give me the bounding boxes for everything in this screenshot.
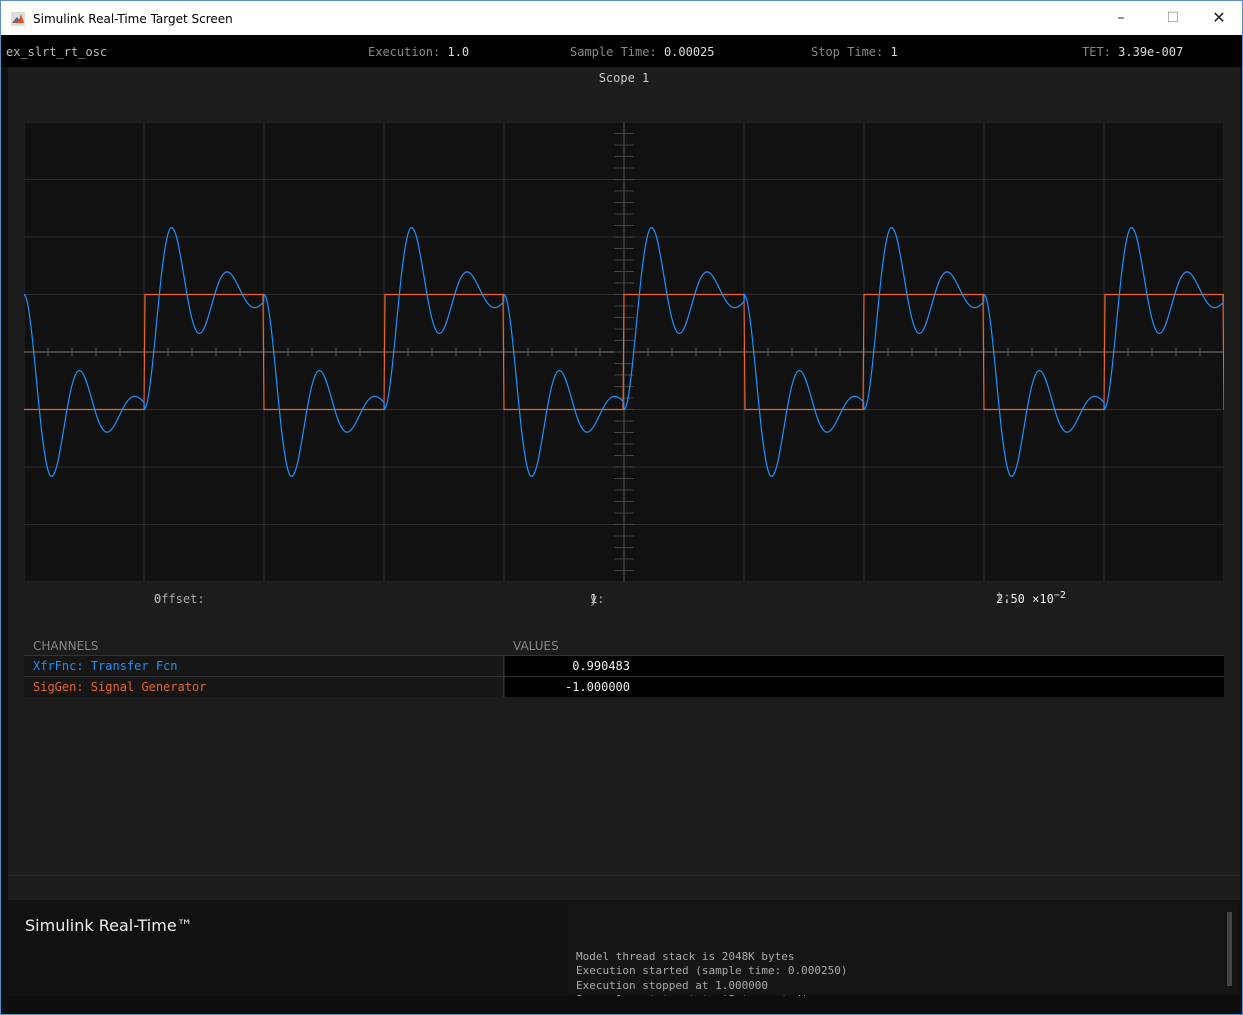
offset-label: Offset: — [154, 592, 205, 606]
close-button[interactable]: ✕ — [1196, 1, 1242, 35]
t-label: t: — [996, 590, 1011, 604]
channels-column-header: CHANNELS — [33, 639, 99, 653]
target-screen-window: Simulink Real-Time Target Screen – ☐ ✕ e… — [0, 0, 1243, 1015]
sample-time: Sample Time: 0.00025 — [570, 45, 715, 59]
scope-plot-svg — [10, 121, 1225, 583]
offset-readout: Offset: 0 — [154, 592, 205, 606]
channels-header: CHANNELS VALUES — [24, 637, 1224, 655]
channel-row-xfrfnc[interactable]: XfrFnc: Transfer Fcn 0.990483 — [24, 655, 1224, 676]
scope-title: Scope 1 — [598, 71, 650, 85]
window-title: Simulink Real-Time Target Screen — [33, 12, 233, 26]
brand-logo: Simulink Real-Time™ — [25, 916, 193, 935]
stop-time-value: 1 — [890, 45, 898, 59]
bottom-panel: Simulink Real-Time™ Model thread stack i… — [8, 900, 1240, 1014]
channel-name: XfrFnc: Transfer Fcn — [24, 656, 504, 676]
channels-table: CHANNELS VALUES XfrFnc: Transfer Fcn 0.9… — [24, 637, 1224, 697]
panel-separator — [8, 875, 1240, 901]
scope-panel: Scope 1 Offset: 0 y: 1 t: 2.50 ×10−2 CHA… — [8, 67, 1240, 875]
model-name: ex_slrt_rt_osc — [6, 45, 108, 59]
title-bar: Simulink Real-Time Target Screen – ☐ ✕ — [1, 1, 1242, 35]
log-scrollbar[interactable] — [1227, 912, 1232, 986]
y-readout: y: 1 — [590, 592, 604, 606]
y-label: y: — [590, 592, 605, 606]
execution-label: Execution: — [368, 45, 441, 59]
matlab-icon — [11, 12, 25, 26]
stop-time-label: Stop Time: — [811, 45, 884, 59]
channel-value-cell: 0.990483 — [505, 656, 1224, 676]
sample-time-label: Sample Time: — [570, 45, 657, 59]
execution-status: Execution: 1.0 — [368, 45, 469, 59]
t-times: ×10 — [1032, 592, 1054, 606]
log-line: Model thread stack is 2048K bytes — [576, 949, 795, 963]
channel-name: SigGen: Signal Generator — [24, 677, 504, 697]
t-exponent: −2 — [1053, 590, 1066, 601]
channel-value: 0.990483 — [572, 659, 630, 673]
tet-label: TET: — [1082, 45, 1111, 59]
t-readout: t: 2.50 ×10−2 — [996, 590, 1066, 606]
channel-value: -1.000000 — [564, 680, 630, 694]
maximize-button[interactable]: ☐ — [1150, 1, 1196, 35]
log-line: Execution started (sample time: 0.000250… — [576, 964, 848, 977]
values-column-header: VALUES — [513, 639, 559, 653]
sample-time-value: 0.00025 — [663, 45, 715, 59]
scope-plot[interactable] — [10, 121, 1225, 583]
channel-row-siggen[interactable]: SigGen: Signal Generator -1.000000 — [24, 676, 1224, 697]
message-log[interactable]: Model thread stack is 2048K bytes Executi… — [568, 904, 1238, 1014]
log-line: Execution stopped at 1.000000 — [576, 978, 769, 992]
execution-value: 1.0 — [447, 45, 470, 59]
stop-time: Stop Time: 1 — [811, 45, 898, 59]
status-bar: ex_slrt_rt_osc Execution: 1.0 Sample Tim… — [1, 35, 1242, 67]
channel-value-cell: -1.000000 — [505, 677, 1224, 697]
tet-status: TET: 3.39e-007 — [1082, 45, 1183, 59]
tet-value: 3.39e-007 — [1118, 45, 1184, 59]
footer-bar — [8, 996, 1240, 1014]
minimize-button[interactable]: – — [1098, 1, 1144, 35]
